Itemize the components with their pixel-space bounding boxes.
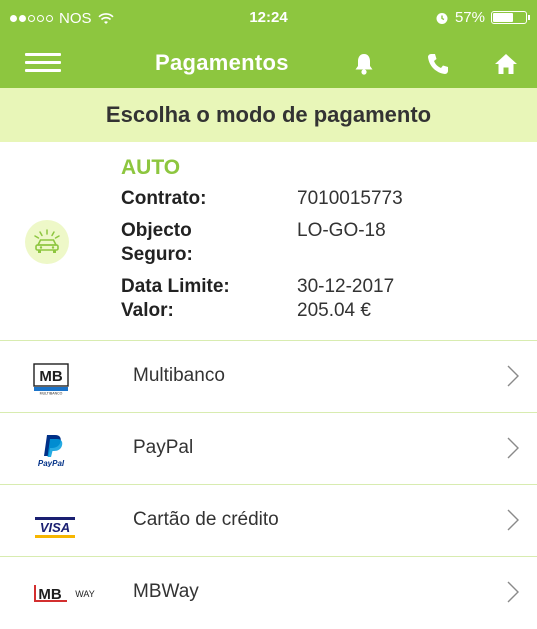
insured-object-label-line2: Seguro:: [121, 244, 193, 265]
mbway-logo-icon: MB WAY: [34, 585, 95, 603]
policy-type: AUTO: [121, 156, 181, 179]
bell-icon[interactable]: [350, 50, 378, 78]
alarm-icon: [436, 12, 448, 24]
battery-percent: 57%: [454, 9, 485, 26]
status-bar: NOS 12:24 57%: [0, 0, 537, 38]
payment-option-mbway[interactable]: MB WAY MBWay: [0, 556, 537, 629]
car-icon: [34, 229, 60, 253]
insured-object-row-line2: Seguro:: [121, 244, 297, 266]
menu-icon[interactable]: [25, 51, 61, 75]
phone-icon[interactable]: [424, 50, 452, 78]
due-date-row: Data Limite: 30-12-2017: [121, 276, 394, 298]
payment-option-label: Multibanco: [133, 365, 225, 386]
insured-object-label-line1: Objecto: [121, 220, 192, 241]
svg-text:PayPal: PayPal: [38, 459, 65, 467]
payment-option-label: Cartão de crédito: [133, 509, 279, 530]
payment-option-label: MBWay: [133, 581, 199, 602]
contract-row: Contrato: 7010015773: [121, 188, 403, 210]
chevron-right-icon: [507, 365, 519, 387]
insured-object-row: Objecto LO-GO-18: [121, 220, 386, 242]
contract-label: Contrato:: [121, 188, 207, 209]
amount-label: Valor:: [121, 300, 174, 321]
page-title: Pagamentos: [155, 50, 289, 75]
status-right: 57%: [435, 9, 530, 26]
visa-logo-icon: VISA: [35, 517, 75, 538]
svg-text:MULTIBANCO: MULTIBANCO: [40, 392, 63, 396]
home-icon[interactable]: [492, 50, 520, 78]
amount-row: Valor: 205.04 €: [121, 300, 371, 322]
paypal-logo-icon: PayPal: [38, 435, 65, 467]
due-date-label: Data Limite:: [121, 276, 230, 297]
section-heading: Escolha o modo de pagamento: [0, 88, 537, 142]
policy-details: AUTO Contrato: 7010015773 Objecto LO-GO-…: [0, 142, 537, 338]
nav-bar: Pagamentos: [0, 38, 537, 88]
payment-option-paypal[interactable]: PayPal PayPal: [0, 412, 537, 485]
car-icon-badge: [25, 220, 69, 264]
payment-option-label: PayPal: [133, 437, 194, 458]
chevron-right-icon: [507, 509, 519, 531]
svg-text:WAY: WAY: [75, 589, 95, 599]
chevron-right-icon: [507, 581, 519, 603]
insured-object-value: LO-GO-18: [297, 220, 386, 241]
due-date-value: 30-12-2017: [297, 276, 395, 297]
payment-option-multibanco[interactable]: MB MULTIBANCO Multibanco: [0, 340, 537, 413]
payment-option-credit-card[interactable]: VISA Cartão de crédito: [0, 484, 537, 557]
chevron-right-icon: [507, 437, 519, 459]
multibanco-logo-icon: MB MULTIBANCO: [33, 363, 69, 396]
amount-value: 205.04 €: [297, 300, 371, 321]
svg-text:MB: MB: [38, 586, 61, 603]
svg-text:MB: MB: [39, 368, 62, 385]
battery-icon: [491, 11, 530, 24]
svg-text:VISA: VISA: [40, 520, 70, 535]
contract-value: 7010015773: [297, 188, 403, 209]
